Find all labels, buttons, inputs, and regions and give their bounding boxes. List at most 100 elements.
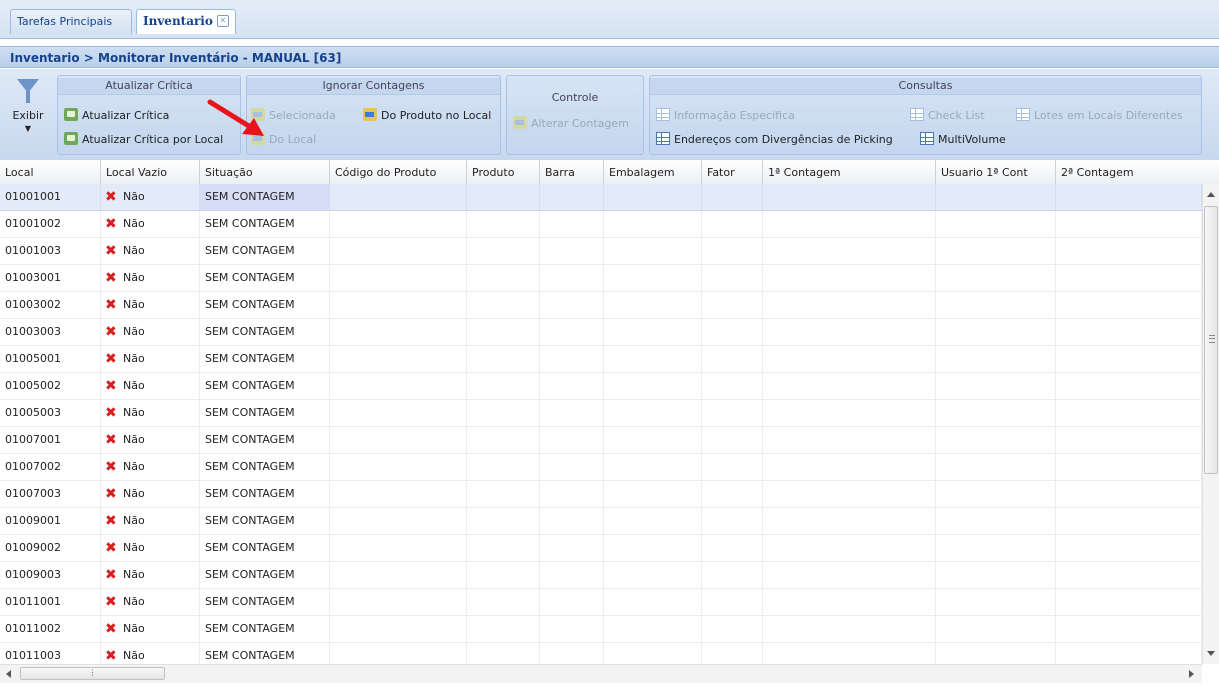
table-icon bbox=[656, 108, 670, 121]
cell-empty bbox=[1056, 616, 1202, 642]
column-header-barra[interactable]: Barra bbox=[540, 160, 604, 184]
scroll-up-icon[interactable] bbox=[1207, 192, 1215, 197]
cell-empty bbox=[1056, 508, 1202, 534]
cell-local-vazio-text: Não bbox=[123, 595, 145, 608]
column-header-fator[interactable]: Fator bbox=[702, 160, 763, 184]
cell-empty bbox=[702, 589, 763, 615]
enderecos-divergencias-picking-button[interactable]: Endereços com Divergências de Picking bbox=[656, 130, 893, 150]
cell-empty bbox=[702, 238, 763, 264]
column-header-usuario-1a-cont[interactable]: Usuario 1ª Cont bbox=[936, 160, 1056, 184]
table-row[interactable]: 01011002 ✖ Não SEM CONTAGEM bbox=[0, 616, 1202, 643]
cell-empty bbox=[604, 400, 702, 426]
table-row[interactable]: 01005002 ✖ Não SEM CONTAGEM bbox=[0, 373, 1202, 400]
table-row[interactable]: 01007002 ✖ Não SEM CONTAGEM bbox=[0, 454, 1202, 481]
group-controle: Controle Alterar Contagem bbox=[506, 75, 644, 155]
table-row[interactable]: 01003003 ✖ Não SEM CONTAGEM bbox=[0, 319, 1202, 346]
table-row[interactable]: 01001003 ✖ Não SEM CONTAGEM bbox=[0, 238, 1202, 265]
scroll-right-icon[interactable] bbox=[1189, 670, 1194, 678]
cell-empty bbox=[604, 643, 702, 664]
close-icon[interactable]: ✕ bbox=[216, 15, 229, 27]
cell-local: 01011002 bbox=[0, 616, 101, 642]
cell-empty bbox=[330, 292, 467, 318]
cell-local: 01005001 bbox=[0, 346, 101, 372]
vertical-scrollbar[interactable] bbox=[1202, 184, 1219, 664]
refresh-icon bbox=[64, 108, 78, 121]
lotes-em-locais-diferentes-button[interactable]: Lotes em Locais Diferentes bbox=[1016, 106, 1183, 126]
column-header-situacao[interactable]: Situação bbox=[200, 160, 330, 184]
table-row[interactable]: 01001002 ✖ Não SEM CONTAGEM bbox=[0, 211, 1202, 238]
cell-local-vazio-text: Não bbox=[123, 541, 145, 554]
vertical-scroll-thumb[interactable] bbox=[1204, 206, 1218, 474]
table-row[interactable]: 01009001 ✖ Não SEM CONTAGEM bbox=[0, 508, 1202, 535]
cell-empty bbox=[330, 184, 467, 210]
cell-situacao: SEM CONTAGEM bbox=[200, 184, 330, 210]
tab-tarefas-principais[interactable]: Tarefas Principais bbox=[10, 9, 132, 34]
tab-label: Tarefas Principais bbox=[17, 15, 113, 28]
informacao-especifica-button[interactable]: Informação Específica bbox=[656, 106, 795, 126]
cell-local-vazio: ✖ Não bbox=[101, 427, 200, 453]
cell-situacao: SEM CONTAGEM bbox=[200, 265, 330, 291]
cell-local-vazio: ✖ Não bbox=[101, 346, 200, 372]
group-title: Ignorar Contagens bbox=[247, 78, 500, 95]
x-mark-icon: ✖ bbox=[105, 621, 117, 637]
table-row[interactable]: 01011003 ✖ Não SEM CONTAGEM bbox=[0, 643, 1202, 664]
cell-empty bbox=[702, 292, 763, 318]
horizontal-scroll-thumb[interactable]: ⋮ bbox=[20, 667, 165, 680]
column-header-embalagem[interactable]: Embalagem bbox=[604, 160, 702, 184]
cell-empty bbox=[763, 373, 936, 399]
exibir-label: Exibir bbox=[12, 109, 44, 122]
table-row[interactable]: 01003002 ✖ Não SEM CONTAGEM bbox=[0, 292, 1202, 319]
cell-empty bbox=[604, 346, 702, 372]
scroll-left-icon[interactable] bbox=[6, 670, 11, 678]
cell-empty bbox=[540, 373, 604, 399]
group-title: Controle bbox=[551, 91, 599, 104]
table-row[interactable]: 01011001 ✖ Não SEM CONTAGEM bbox=[0, 589, 1202, 616]
cell-empty bbox=[330, 238, 467, 264]
scroll-down-icon[interactable] bbox=[1207, 651, 1215, 656]
cell-empty bbox=[604, 373, 702, 399]
cell-empty bbox=[540, 508, 604, 534]
cell-empty bbox=[936, 535, 1056, 561]
cell-empty bbox=[936, 211, 1056, 237]
multivolume-button[interactable]: MultiVolume bbox=[920, 130, 1006, 150]
column-header-1a-contagem[interactable]: 1ª Contagem bbox=[763, 160, 936, 184]
column-header-local[interactable]: Local bbox=[0, 160, 101, 184]
cell-empty bbox=[330, 346, 467, 372]
table-row[interactable]: 01005001 ✖ Não SEM CONTAGEM bbox=[0, 346, 1202, 373]
alterar-contagem-button[interactable]: Alterar Contagem bbox=[513, 114, 629, 134]
column-header-2a-contagem[interactable]: 2ª Contagem bbox=[1056, 160, 1219, 184]
table-row[interactable]: 01005003 ✖ Não SEM CONTAGEM bbox=[0, 400, 1202, 427]
atualizar-critica-por-local-button[interactable]: Atualizar Crítica por Local bbox=[64, 130, 223, 150]
red-arrow-annotation bbox=[207, 99, 264, 136]
cell-empty bbox=[936, 319, 1056, 345]
chevron-down-icon: ▼ bbox=[24, 124, 32, 133]
check-list-button[interactable]: Check List bbox=[910, 106, 985, 126]
cell-empty bbox=[330, 616, 467, 642]
table-row[interactable]: 01001001 ✖ Não SEM CONTAGEM bbox=[0, 184, 1202, 211]
cell-local-vazio: ✖ Não bbox=[101, 265, 200, 291]
tab-inventario[interactable]: Inventario ✕ bbox=[136, 9, 236, 34]
cell-local-vazio: ✖ Não bbox=[101, 508, 200, 534]
column-header-produto[interactable]: Produto bbox=[467, 160, 540, 184]
column-header-codigo-produto[interactable]: Código do Produto bbox=[330, 160, 467, 184]
table-row[interactable]: 01007003 ✖ Não SEM CONTAGEM bbox=[0, 481, 1202, 508]
exibir-button[interactable]: Exibir ▼ bbox=[8, 79, 48, 157]
column-header-local-vazio[interactable]: Local Vazio bbox=[101, 160, 200, 184]
cell-empty bbox=[540, 238, 604, 264]
cell-empty bbox=[540, 211, 604, 237]
cell-local-vazio: ✖ Não bbox=[101, 616, 200, 642]
cell-empty bbox=[702, 481, 763, 507]
atualizar-critica-button[interactable]: Atualizar Crítica bbox=[64, 106, 169, 126]
table-row[interactable]: 01007001 ✖ Não SEM CONTAGEM bbox=[0, 427, 1202, 454]
cell-empty bbox=[467, 319, 540, 345]
cell-empty bbox=[540, 400, 604, 426]
cell-empty bbox=[604, 265, 702, 291]
table-row[interactable]: 01003001 ✖ Não SEM CONTAGEM bbox=[0, 265, 1202, 292]
table-row[interactable]: 01009002 ✖ Não SEM CONTAGEM bbox=[0, 535, 1202, 562]
cell-empty bbox=[467, 265, 540, 291]
do-produto-no-local-button[interactable]: Do Produto no Local bbox=[363, 106, 491, 126]
horizontal-scrollbar[interactable]: ⋮ bbox=[0, 664, 1202, 683]
table-row[interactable]: 01009003 ✖ Não SEM CONTAGEM bbox=[0, 562, 1202, 589]
cell-empty bbox=[330, 454, 467, 480]
button-label: Do Local bbox=[269, 133, 317, 146]
